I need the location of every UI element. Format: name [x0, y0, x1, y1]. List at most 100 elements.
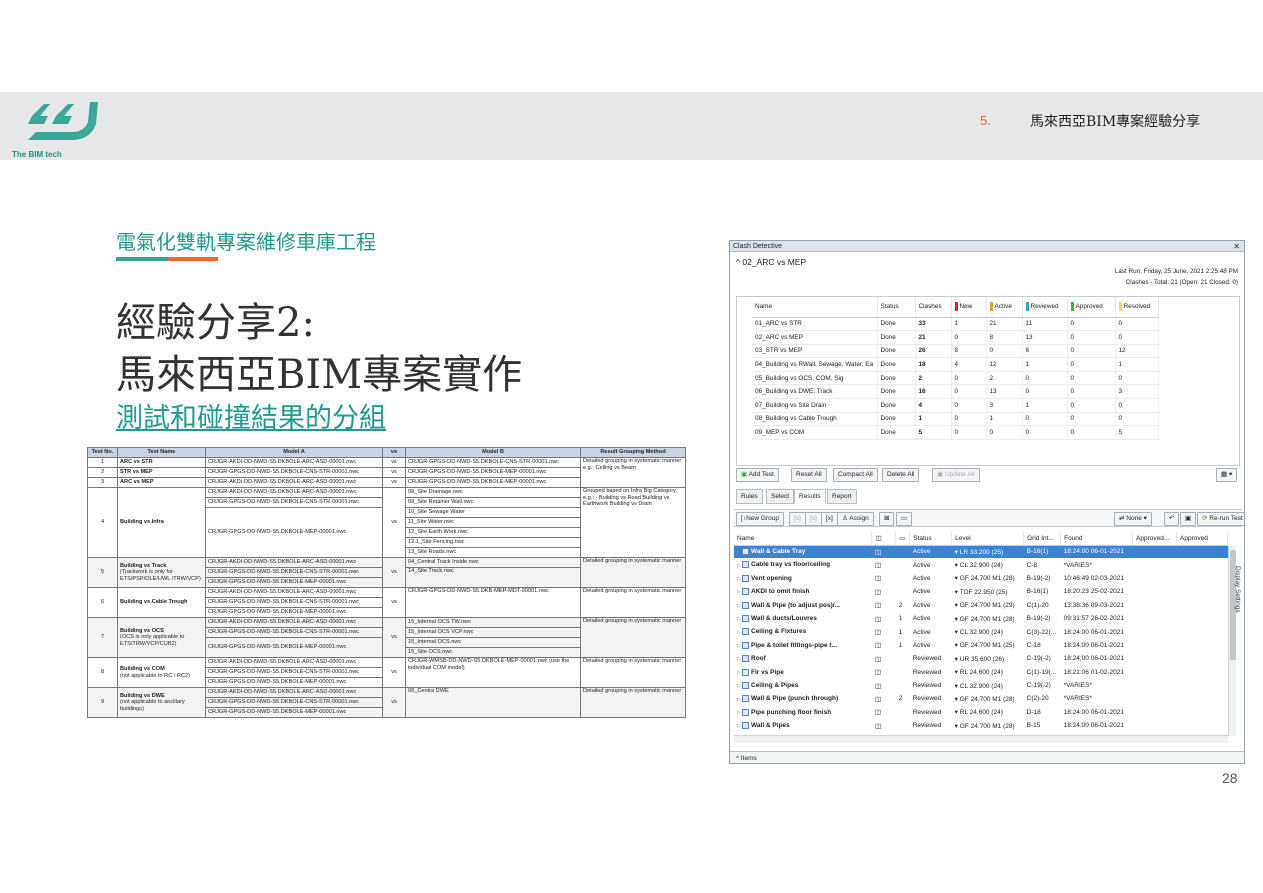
results-column-header[interactable]: Approved [1176, 532, 1228, 546]
assign-button[interactable]: ♙ Assign [837, 512, 874, 526]
tests-column-header[interactable]: Approved [1067, 297, 1116, 318]
results-column-header[interactable]: Grid Int... [1023, 532, 1062, 546]
new-group-button[interactable]: [↑New Group [736, 512, 784, 526]
status-cell[interactable]: Active [910, 625, 952, 638]
none-dropdown[interactable]: ⇄ None ▾ [1114, 512, 1152, 526]
status-cell[interactable]: Active [910, 585, 952, 598]
camera-icon[interactable]: ◫ [871, 545, 896, 559]
camera-icon[interactable]: ◫ [872, 692, 896, 705]
add-test-button[interactable]: ▣ Add Test [736, 468, 779, 482]
results-column-header[interactable]: ▭ [895, 532, 911, 546]
status-cell[interactable]: Active [910, 639, 952, 652]
ungroup-icon-button[interactable]: [x] [805, 512, 822, 526]
tests-column-header[interactable]: Resolved [1115, 297, 1159, 318]
camera-icon[interactable]: ◫ [872, 706, 896, 719]
result-row[interactable]: ▷ Flr vs Pipe ◫ Reviewed ▾ RL 24.600 (24) C(1… [734, 666, 1228, 679]
camera-icon[interactable]: ◫ [872, 585, 896, 598]
test-row[interactable]: 06_Building vs DWE, Track Done 16 0 13 0 0 3 [752, 384, 1159, 400]
results-column-header[interactable]: Approved... [1132, 532, 1178, 546]
status-cell[interactable]: Active [910, 558, 952, 571]
test-row[interactable]: 07_Building vs Site Drain Done 4 0 3 1 0 0 [752, 398, 1159, 413]
result-row[interactable]: ▷ Vent opening ◫ Active ▾ GF 24.700 M1 (28) B… [734, 572, 1228, 585]
camera-icon[interactable]: ◫ [872, 625, 896, 638]
status-cell[interactable]: Active [910, 572, 952, 585]
items-panel[interactable]: ^ Items [730, 751, 1244, 763]
delete-all-button[interactable]: Delete All [882, 468, 920, 482]
tests-column-header[interactable]: Clashes [915, 297, 952, 318]
test-cell: 6 [1022, 344, 1068, 359]
result-row[interactable]: ▷ Pipe punching floor finish ◫ Reviewed ▾ RL… [734, 706, 1228, 719]
results-column-header[interactable]: Status [909, 532, 953, 546]
camera-icon[interactable]: ◫ [872, 599, 896, 612]
status-cell[interactable]: Reviewed [910, 652, 952, 665]
status-cell[interactable]: Reviewed [910, 719, 952, 732]
undo-icon-button[interactable]: ↶ [1164, 512, 1180, 526]
test-row[interactable]: 09_MEP vs COM Done 5 0 0 0 0 5 [752, 425, 1159, 440]
found-cell: 18:20:23 25-02-2021 [1063, 588, 1124, 596]
rerun-test-button[interactable]: ⟳ Re-run Test [1197, 512, 1244, 526]
tool-icon-button[interactable]: ▣ [1180, 512, 1197, 526]
tab-rules[interactable]: Rules [736, 489, 763, 504]
test-row[interactable]: 02_ARC vs MEP Done 21 0 8 13 0 0 [752, 330, 1159, 345]
tests-column-header[interactable]: Name [752, 297, 878, 318]
result-row[interactable]: ▷ Ceiling & Pipes ◫ Reviewed ▾ CL 32.900 (24… [734, 679, 1228, 692]
results-hscrollbar[interactable] [734, 735, 1228, 743]
status-cell[interactable]: Reviewed [910, 666, 952, 679]
test-row[interactable]: 08_Building vs Cable Trough Done 1 0 1 0 0 0 [752, 412, 1159, 427]
status-cell[interactable]: Active [909, 545, 952, 559]
test-row[interactable]: 01_ARC vs STR Done 33 1 21 11 0 0 [752, 317, 1159, 332]
status-cell[interactable]: Active [910, 599, 952, 612]
comment-icon-button[interactable]: ▭ [896, 512, 913, 526]
result-row[interactable]: ▷ Wall & Pipes ◫ Reviewed ▾ GF 24.700 M1 (28… [734, 719, 1228, 732]
camera-icon[interactable]: ◫ [872, 612, 896, 625]
result-row[interactable]: ▷ Ceiling & Fixtures ◫ 1 Active ▾ CL 32.900 (… [734, 625, 1228, 638]
tab-report[interactable]: Report [827, 489, 857, 504]
camera-icon[interactable]: ◫ [872, 572, 896, 585]
reset-all-button[interactable]: Reset All [791, 468, 827, 482]
camera-icon[interactable]: ◫ [872, 719, 896, 732]
camera-icon[interactable]: ◫ [872, 679, 896, 692]
tab-results[interactable]: Results [794, 489, 826, 504]
model-b: 10_Site Sewage Water [405, 507, 581, 518]
status-cell[interactable]: Reviewed [910, 679, 952, 692]
update-all-button[interactable]: ▣ Update All [932, 468, 980, 482]
approved-cell [1177, 719, 1228, 732]
results-column-header[interactable]: Level [951, 532, 1025, 546]
results-column-header[interactable]: Name [734, 532, 873, 546]
tab-select[interactable]: Select [766, 489, 795, 504]
test-row[interactable]: 05_Building vs OCS, COM, Sig Done 2 0 2 0 0 0 [752, 371, 1159, 386]
collapse-icon[interactable]: ^ [736, 257, 740, 267]
unassign-icon-button[interactable]: ⊠ [879, 512, 895, 526]
camera-icon[interactable]: ◫ [872, 639, 896, 652]
group-icon-button[interactable]: [x] [789, 512, 806, 526]
result-row[interactable]: • Wall & Cable Tray ◫ Active ▾ LR 33.200 (25… [734, 545, 1228, 559]
result-row[interactable]: ▷ Pipe & toilet fittings-pipe t... ◫ 1 Activ… [734, 639, 1228, 652]
tests-column-header[interactable]: New [951, 297, 987, 318]
test-row[interactable]: 04_Building vs RWall, Sewage, Water, Ea D… [752, 357, 1159, 372]
result-row[interactable]: ▷ Wall & ducts/Louvres ◫ 1 Active ▾ GF 24.700… [734, 612, 1228, 625]
tests-column-header[interactable]: Status [877, 297, 916, 318]
camera-icon[interactable]: ◫ [872, 558, 896, 571]
status-cell[interactable]: Reviewed [910, 692, 952, 705]
close-icon[interactable]: ✕ [1233, 241, 1240, 252]
results-column-header[interactable]: Found [1060, 532, 1134, 546]
explode-icon-button[interactable]: [x] [821, 512, 838, 526]
tests-column-header[interactable]: Reviewed [1022, 297, 1068, 318]
comment-count [895, 545, 910, 559]
result-row[interactable]: ▷ Wall & Pipe (punch through) ◫ 2 Reviewed ▾ … [734, 692, 1228, 705]
export-button[interactable]: ▦ ▾ [1216, 468, 1238, 482]
result-row[interactable]: ▷ Cable tray vs floor/ceiling ◫ Active ▾ CL … [734, 558, 1228, 571]
tests-column-header[interactable]: Active [986, 297, 1023, 318]
results-column-header[interactable]: ◫ [871, 532, 897, 546]
result-row[interactable]: ▷ Roof ◫ Reviewed ▾ UR 35.600 (26) C-19(-2) 18… [734, 652, 1228, 665]
status-cell[interactable]: Reviewed [910, 706, 952, 719]
result-row[interactable]: ▷ AKDI to omit finish ◫ Active ▾ TOF 22.950 … [734, 585, 1228, 598]
test-row[interactable]: 03_STR vs MEP Done 26 8 0 6 0 12 [752, 344, 1159, 359]
display-settings-tab[interactable]: Display Settings [1230, 534, 1244, 644]
camera-icon[interactable]: ◫ [872, 652, 896, 665]
vs-cell: vs [382, 617, 406, 658]
compact-all-button[interactable]: Compact All [833, 468, 878, 482]
camera-icon[interactable]: ◫ [872, 666, 896, 679]
status-cell[interactable]: Active [910, 612, 952, 625]
result-row[interactable]: ▷ Wall & Pipe (to adjust pos)/... ◫ 2 Active… [734, 599, 1228, 612]
